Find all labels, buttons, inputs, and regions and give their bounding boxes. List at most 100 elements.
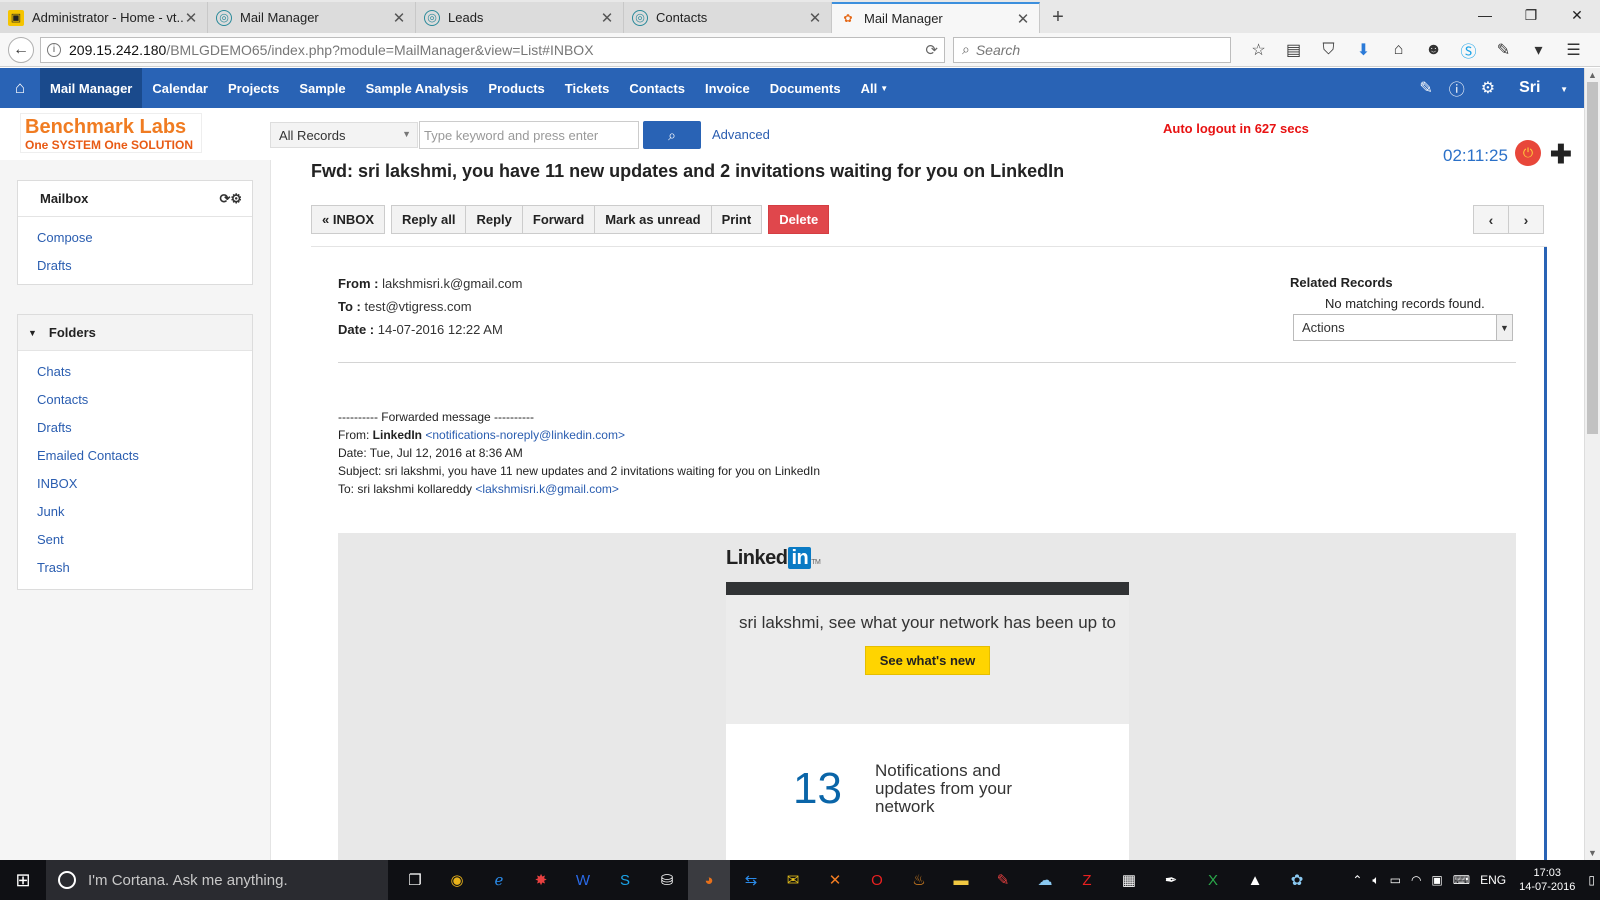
back-arrow-icon[interactable]: ← — [8, 36, 34, 63]
mailbox-item-drafts[interactable]: Drafts — [18, 251, 252, 279]
skype-icon[interactable]: S — [604, 860, 646, 900]
browser-tab-active[interactable]: ✿ Mail Manager ✕ — [832, 2, 1040, 33]
nav-sample-analysis[interactable]: Sample Analysis — [356, 68, 479, 108]
related-actions-select[interactable]: Actions ▼ — [1293, 314, 1513, 341]
timer-icon[interactable]: ⏻ — [1515, 140, 1541, 166]
back-to-inbox-button[interactable]: « INBOX — [311, 205, 386, 234]
folder-item[interactable]: Contacts — [18, 385, 252, 413]
edge-icon[interactable]: ℯ — [478, 860, 520, 900]
battery-icon[interactable]: ▭ — [1385, 873, 1406, 887]
browser-tab[interactable]: ▣ Administrator - Home - vt... ✕ — [0, 2, 208, 33]
folder-item[interactable]: Drafts — [18, 413, 252, 441]
see-whats-new-button[interactable]: See what's new — [864, 646, 991, 675]
reload-icon[interactable]: ⟳ — [925, 41, 938, 59]
folder-item[interactable]: INBOX — [18, 469, 252, 497]
refresh-icon[interactable]: ⟳ — [219, 191, 230, 206]
mailbox-item-compose[interactable]: Compose — [18, 223, 252, 251]
records-filter-select[interactable]: All Records ▼ — [270, 122, 418, 148]
user-menu[interactable]: Sri ▼ — [1503, 79, 1584, 97]
firefox-icon[interactable]: ◕ — [688, 860, 730, 900]
browser-search-input[interactable]: ⌕ Search — [953, 36, 1231, 63]
delete-button[interactable]: Delete — [768, 205, 830, 234]
folder-icon[interactable]: ▬ — [940, 860, 982, 900]
next-mail-icon[interactable]: › — [1508, 205, 1544, 234]
overflow-icon[interactable]: ▾ — [1521, 40, 1556, 60]
language-indicator[interactable]: ENG — [1475, 873, 1511, 887]
home-icon[interactable]: ⌂ — [1381, 41, 1416, 59]
menu-icon[interactable]: ☰ — [1556, 40, 1591, 60]
nav-invoice[interactable]: Invoice — [695, 68, 760, 108]
folder-item[interactable]: Sent — [18, 525, 252, 553]
previous-mail-icon[interactable]: ‹ — [1473, 205, 1509, 234]
forward-button[interactable]: Forward — [521, 205, 596, 234]
page-scrollbar[interactable]: ▲ ▼ — [1584, 68, 1600, 860]
scroll-up-icon[interactable]: ▲ — [1588, 70, 1597, 80]
extension-icon[interactable]: ✎ — [1486, 40, 1521, 60]
app-grid-icon[interactable]: ✸ — [520, 860, 562, 900]
nav-products[interactable]: Products — [478, 68, 554, 108]
teamviewer-icon[interactable]: ⇆ — [730, 860, 772, 900]
close-window-icon[interactable]: ✕ — [1554, 0, 1600, 30]
nav-tickets[interactable]: Tickets — [555, 68, 620, 108]
xampp-icon[interactable]: ✕ — [814, 860, 856, 900]
word-icon[interactable]: W — [562, 860, 604, 900]
action-center-icon[interactable]: ▣ — [1426, 873, 1447, 887]
gear-icon[interactable]: ⚙ — [230, 191, 242, 206]
gear-icon[interactable]: ⚙ — [1473, 78, 1503, 98]
nav-mail-manager[interactable]: Mail Manager — [40, 68, 143, 108]
task-view-icon[interactable]: ❐ — [394, 860, 436, 900]
info-icon[interactable]: ⓘ — [1441, 76, 1473, 100]
opera-icon[interactable]: O — [856, 860, 898, 900]
scroll-down-icon[interactable]: ▼ — [1588, 848, 1597, 858]
scroll-thumb[interactable] — [1587, 82, 1598, 434]
brush-icon[interactable]: ✎ — [1411, 78, 1440, 98]
taskbar-clock[interactable]: 17:03 14-07-2016 — [1511, 866, 1583, 894]
folder-item[interactable]: Trash — [18, 553, 252, 581]
keyboard-icon[interactable]: ⌨ — [1448, 873, 1475, 887]
close-icon[interactable]: ✕ — [183, 9, 199, 27]
photos-icon[interactable]: ▲ — [1234, 860, 1276, 900]
close-icon[interactable]: ✕ — [1015, 10, 1031, 28]
bookmark-star-icon[interactable]: ☆ — [1241, 40, 1276, 60]
windows-start-icon[interactable]: ⊞ — [0, 860, 46, 900]
quick-create-plus-icon[interactable]: ✚ — [1550, 139, 1572, 170]
print-button[interactable]: Print — [710, 205, 763, 234]
folders-header[interactable]: ▼ Folders — [18, 315, 252, 351]
mark-unread-button[interactable]: Mark as unread — [594, 205, 712, 234]
reply-button[interactable]: Reply — [465, 205, 523, 234]
notes-icon[interactable]: ✉ — [772, 860, 814, 900]
new-tab-icon[interactable]: + — [1040, 2, 1076, 33]
browser-tab[interactable]: ◎ Leads ✕ — [416, 2, 624, 33]
reply-all-button[interactable]: Reply all — [391, 205, 467, 234]
close-icon[interactable]: ✕ — [391, 9, 407, 27]
close-icon[interactable]: ✕ — [599, 9, 615, 27]
excel-icon[interactable]: X — [1192, 860, 1234, 900]
nav-sample[interactable]: Sample — [289, 68, 355, 108]
restore-icon[interactable]: ❐ — [1508, 0, 1554, 30]
info-icon[interactable]: i — [47, 42, 61, 57]
forwarded-to-email[interactable]: <lakshmisri.k@gmail.com> — [475, 482, 619, 496]
skype-icon[interactable]: Ⓢ — [1451, 38, 1486, 62]
folder-item[interactable]: Emailed Contacts — [18, 441, 252, 469]
calculator-icon[interactable]: ▦ — [1108, 860, 1150, 900]
collapse-triangle-icon[interactable]: ▼ — [28, 328, 37, 338]
palette-icon[interactable]: ✿ — [1276, 860, 1318, 900]
nav-all[interactable]: All ▼ — [851, 68, 899, 108]
filezilla-icon[interactable]: Z — [1066, 860, 1108, 900]
forwarded-from-email[interactable]: <notifications-noreply@linkedin.com> — [425, 428, 625, 442]
chrome-icon[interactable]: ◉ — [436, 860, 478, 900]
notifications-icon[interactable]: ▯ — [1583, 873, 1600, 887]
store-icon[interactable]: ⛁ — [646, 860, 688, 900]
nav-contacts[interactable]: Contacts — [619, 68, 695, 108]
nav-documents[interactable]: Documents — [760, 68, 851, 108]
wifi-icon[interactable]: ◠ — [1406, 873, 1426, 887]
browser-tab[interactable]: ◎ Mail Manager ✕ — [208, 2, 416, 33]
reading-list-icon[interactable]: ▤ — [1276, 40, 1311, 60]
keyword-search-input[interactable]: Type keyword and press enter — [419, 121, 639, 149]
paint-icon[interactable]: ✎ — [982, 860, 1024, 900]
address-bar[interactable]: i 209.15.242.180 /BMLGDEMO65/index.php?m… — [40, 36, 945, 63]
brackets-icon[interactable]: ♨ — [898, 860, 940, 900]
network-app-icon[interactable]: ☁ — [1024, 860, 1066, 900]
browser-tab[interactable]: ◎ Contacts ✕ — [624, 2, 832, 33]
home-icon[interactable]: ⌂ — [0, 68, 40, 108]
